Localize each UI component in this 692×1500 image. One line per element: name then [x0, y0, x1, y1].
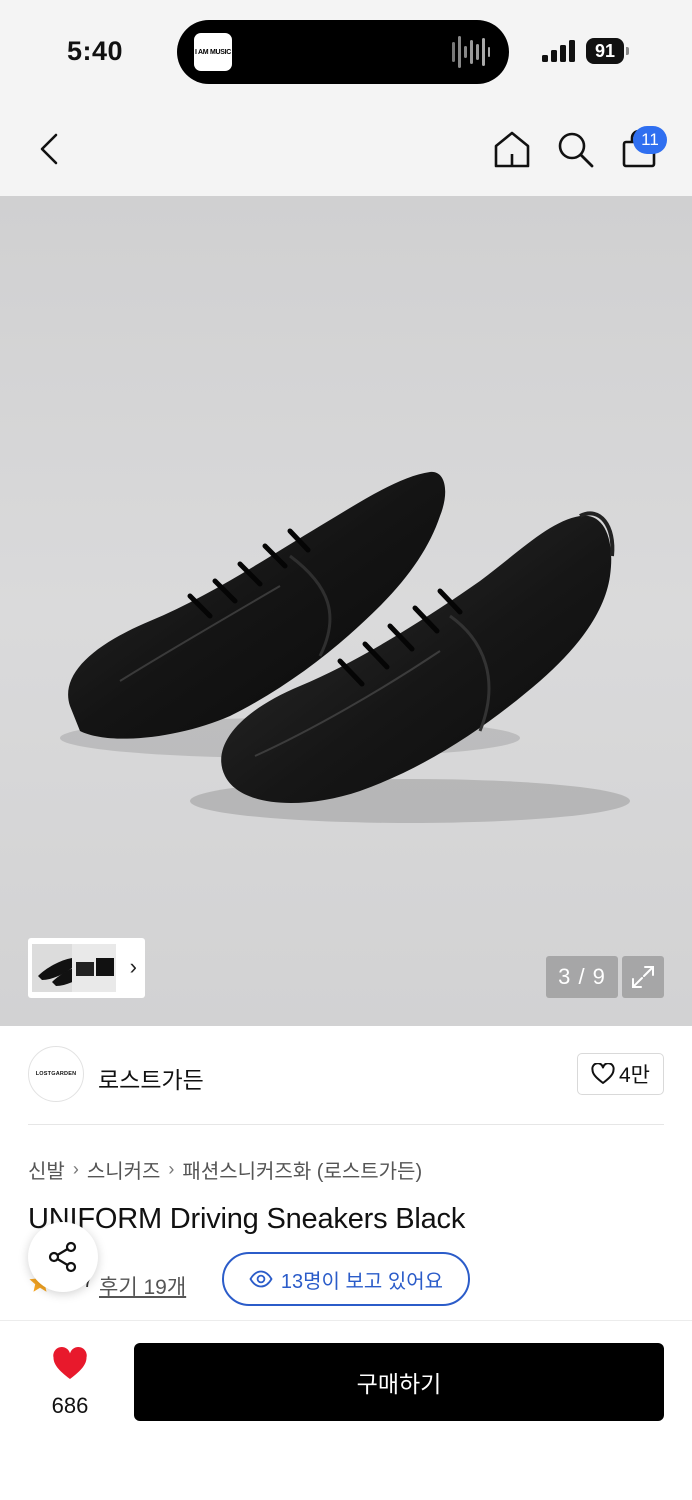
top-nav-bar: [0, 100, 692, 196]
search-button[interactable]: [552, 126, 598, 172]
brand-logo[interactable]: LOSTGARDEN: [28, 1046, 84, 1102]
image-counter: 3 / 9: [546, 956, 618, 998]
brand-row[interactable]: LOSTGARDEN 로스트가든 4만: [28, 1046, 664, 1104]
breadcrumb-item[interactable]: 신발: [28, 1155, 65, 1184]
battery-level: 91: [586, 38, 624, 64]
cart-count-badge: 11: [633, 126, 667, 154]
search-icon: [558, 132, 594, 168]
status-time: 5:40: [67, 36, 124, 66]
music-app-icon: I AM MUSIC: [194, 33, 232, 71]
viewers-text: 13명이 보고 있어요: [280, 1270, 444, 1293]
dynamic-island[interactable]: I AM MUSIC: [177, 20, 509, 84]
battery-indicator: 91: [586, 38, 630, 64]
wishlist-button[interactable]: 686: [40, 1347, 100, 1418]
brand-name[interactable]: 로스트가든: [98, 1061, 204, 1095]
wishlist-count: 686: [51, 1393, 89, 1418]
chevron-right-icon: ›: [129, 954, 137, 979]
share-icon: [48, 1241, 77, 1273]
chevron-right-icon: ›: [168, 1158, 175, 1179]
expand-icon: [632, 966, 654, 988]
chevron-left-icon: [40, 133, 58, 165]
cellular-signal-icon: [542, 40, 575, 62]
product-title: UNIFORM Driving Sneakers Black: [28, 1203, 466, 1235]
battery-nub: [626, 47, 629, 55]
product-image-gallery[interactable]: › 3 / 9: [0, 196, 692, 1026]
brand-like-count: 4만: [619, 1064, 650, 1087]
thumbnail-image[interactable]: [72, 944, 116, 992]
heart-filled-icon: [53, 1347, 87, 1379]
review-count-link[interactable]: 후기 19개: [99, 1271, 186, 1301]
brand-like-button[interactable]: 4만: [577, 1053, 664, 1095]
buy-button[interactable]: 구매하기: [134, 1343, 664, 1421]
heart-outline-icon: [591, 1063, 615, 1084]
divider: [28, 1124, 664, 1125]
fullscreen-button[interactable]: [622, 956, 664, 998]
home-button[interactable]: [489, 126, 535, 172]
eye-icon: [249, 1270, 273, 1288]
status-bar: 5:40 I AM MUSIC 91: [0, 0, 692, 100]
rating-row: 4.7 후기 19개 13명이 보고 있어요: [28, 1252, 648, 1308]
thumbnail-strip[interactable]: ›: [28, 938, 145, 998]
chevron-right-icon: ›: [72, 1158, 79, 1179]
home-icon: [494, 131, 530, 168]
thumbnail-shoes-photo: [76, 958, 114, 976]
breadcrumb-item[interactable]: 스니커즈: [87, 1155, 161, 1184]
back-button[interactable]: [26, 126, 72, 172]
viewers-badge: 13명이 보고 있어요: [222, 1252, 470, 1306]
breadcrumb: 신발 › 스니커즈 › 패션스니커즈화 (로스트가든): [28, 1155, 422, 1183]
audio-wave-icon: [452, 36, 490, 68]
bottom-action-bar: 686 구매하기: [0, 1320, 692, 1500]
product-photo-black-sneakers: [60, 471, 630, 823]
breadcrumb-item[interactable]: 패션스니커즈화 (로스트가든): [182, 1155, 422, 1184]
share-button[interactable]: [28, 1222, 98, 1292]
